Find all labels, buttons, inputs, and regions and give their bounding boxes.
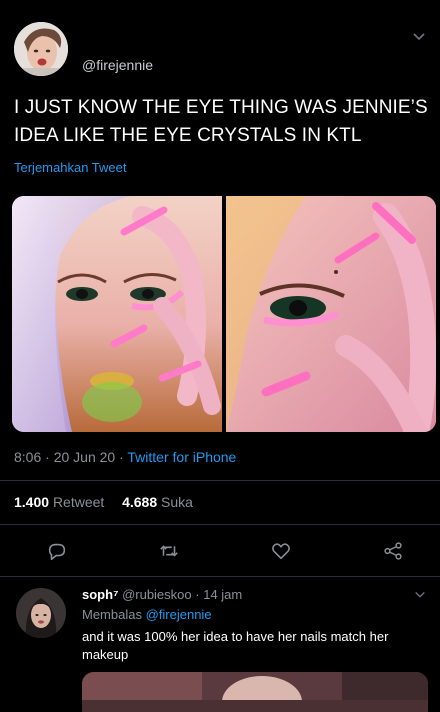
chevron-down-icon[interactable] xyxy=(412,30,426,44)
chevron-down-icon[interactable] xyxy=(414,589,426,601)
tweet-media[interactable] xyxy=(12,196,436,432)
divider xyxy=(0,524,440,525)
like-stat[interactable]: 4.688 Suka xyxy=(122,494,193,510)
tweet-meta: 8:06 · 20 Jun 20 · Twitter for iPhone xyxy=(14,449,236,465)
author-handle[interactable]: @firejennie xyxy=(82,57,153,73)
like-count: 4.688 xyxy=(122,494,158,510)
reply-avatar-image xyxy=(16,588,66,638)
retweet-label: Retweet xyxy=(52,494,105,510)
retweet-icon[interactable] xyxy=(158,540,180,562)
reply-author-handle[interactable]: @rubieskoo xyxy=(122,587,192,602)
reply-author-name[interactable]: soph xyxy=(82,587,113,602)
reply-time[interactable]: 14 jam xyxy=(203,587,242,602)
tweet-source[interactable]: Twitter for iPhone xyxy=(127,449,236,465)
tweet-text: I JUST KNOW THE EYE THING WAS JENNIE’S I… xyxy=(14,97,428,146)
retweet-stat[interactable]: 1.400 Retweet xyxy=(14,494,104,510)
heart-icon[interactable] xyxy=(270,540,292,562)
comment-icon[interactable] xyxy=(46,540,68,562)
replying-mention[interactable]: @firejennie xyxy=(146,607,212,622)
translate-tweet-link[interactable]: Terjemahkan Tweet xyxy=(14,160,127,175)
reply-media[interactable] xyxy=(82,672,428,712)
media-image-right[interactable] xyxy=(226,196,436,432)
meta-separator: · xyxy=(45,449,54,465)
media-image-left[interactable] xyxy=(12,196,222,432)
reply-text: and it was 100% her idea to have her nai… xyxy=(82,629,389,662)
tweet-stats: 1.400 Retweet 4.688 Suka xyxy=(14,494,193,510)
divider xyxy=(0,480,440,481)
tweet-time: 8:06 xyxy=(14,449,42,465)
reply-media-image xyxy=(82,672,428,712)
retweet-count: 1.400 xyxy=(14,494,50,510)
divider xyxy=(0,576,440,577)
reply-author-badge: ⁷ xyxy=(113,587,119,602)
like-label: Suka xyxy=(161,494,193,510)
reply-header: soph⁷ @rubieskoo · 14 jam xyxy=(82,587,242,602)
replying-label: Membalas xyxy=(82,607,142,622)
tweet-actions xyxy=(0,540,440,564)
replying-to: Membalas @firejennie xyxy=(82,607,212,622)
avatar-image xyxy=(14,22,68,76)
tweet-date[interactable]: 20 Jun 20 xyxy=(54,449,116,465)
avatar[interactable] xyxy=(14,22,68,76)
reply-avatar[interactable] xyxy=(16,588,66,638)
share-icon[interactable] xyxy=(382,540,404,562)
